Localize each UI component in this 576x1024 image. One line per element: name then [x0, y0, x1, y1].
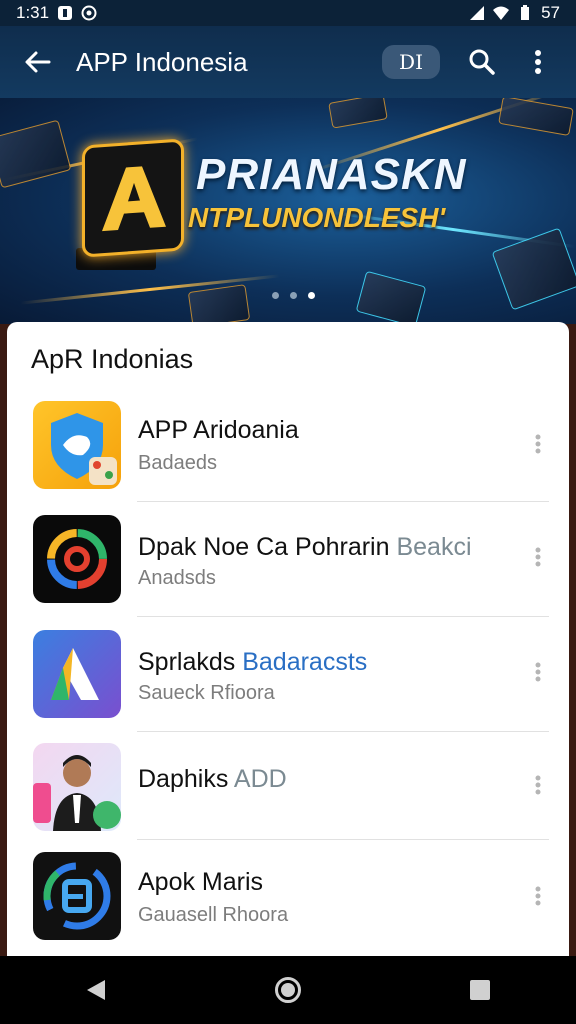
floating-cube: [498, 98, 574, 137]
back-button[interactable]: [18, 42, 58, 82]
app-name: Apok Maris: [138, 868, 263, 897]
nav-home-button[interactable]: [258, 960, 318, 1020]
item-menu-button[interactable]: [527, 770, 549, 800]
app-subtitle: Anadsds: [138, 567, 216, 589]
banner-title: PRIANASKN: [196, 150, 467, 199]
app-name-text: Daphiks: [138, 765, 229, 793]
arrow-left-icon: [25, 51, 51, 73]
app-name: Dpak Noe Ca Pohrarin Beakci: [138, 533, 472, 562]
more-vert-icon: [535, 886, 541, 906]
list-divider: [137, 501, 549, 502]
item-menu-button[interactable]: [527, 657, 549, 687]
floating-cube: [0, 119, 72, 189]
person-avatar-icon: [33, 755, 121, 831]
nav-home-icon: [275, 977, 301, 1003]
language-chip[interactable]: DI: [382, 45, 440, 79]
carousel-dot[interactable]: [272, 292, 279, 299]
app-tag: Beakci: [396, 533, 472, 561]
app-logo: [82, 138, 184, 258]
app-list-card: ApR Indonias APP Aridoania Badaeds Dpak …: [7, 322, 569, 962]
more-vert-icon: [535, 50, 541, 74]
triangle-logo-icon: [51, 648, 99, 700]
app-icon-b: [33, 852, 121, 940]
list-item[interactable]: Apok Maris Gauasell Rhoora: [7, 846, 569, 960]
app-name-text: APP Aridoania: [138, 416, 299, 444]
app-name: Sprlakds Badaracsts: [138, 648, 367, 677]
list-divider: [137, 839, 549, 840]
more-vert-icon: [535, 547, 541, 567]
floating-cube: [187, 284, 251, 324]
notification-icon: [58, 6, 73, 20]
more-vert-icon: [535, 775, 541, 795]
more-vert-icon: [535, 662, 541, 682]
carousel-dot[interactable]: [290, 292, 297, 299]
promo-banner[interactable]: PRIANASKN NTPLUNONDLESH': [0, 98, 576, 324]
battery-level: 57: [541, 3, 560, 22]
floating-cube: [328, 98, 388, 129]
floating-cube: [491, 227, 576, 311]
app-subtitle: Badaeds: [138, 452, 217, 474]
app-name: Daphiks ADD: [138, 765, 287, 794]
letter-a-logo-icon: [102, 166, 166, 232]
floating-cube: [355, 270, 427, 324]
app-name-text: Apok Maris: [138, 868, 264, 896]
nav-recents-icon: [470, 980, 490, 1000]
app-icon-shield: [33, 401, 121, 489]
search-icon: [469, 49, 495, 75]
section-title: ApR Indonias: [31, 344, 194, 374]
list-item[interactable]: Dpak Noe Ca Pohrarin Beakci Anadsds: [7, 509, 569, 623]
list-item[interactable]: APP Aridoania Badaeds: [7, 394, 569, 508]
app-icon-avatar: [33, 743, 121, 831]
list-divider: [137, 731, 549, 732]
app-bar: APP Indonesia DI: [0, 26, 576, 98]
signal-icon: [470, 6, 485, 20]
banner-subtitle: NTPLUNONDLESH': [188, 202, 446, 233]
item-menu-button[interactable]: [527, 429, 549, 459]
app-icon-arrow: [33, 630, 121, 718]
color-ring-icon: [47, 529, 107, 589]
nav-back-icon: [87, 980, 105, 1000]
more-vert-icon: [535, 434, 541, 454]
status-time: 1:31: [16, 3, 50, 22]
app-name: APP Aridoania: [138, 416, 299, 445]
page-title: APP Indonesia: [76, 46, 248, 77]
app-subtitle: Saueck Rfioora: [138, 682, 275, 704]
app-subtitle: Gauasell Rhoora: [138, 904, 289, 926]
wifi-icon: [493, 6, 510, 20]
nav-back-button[interactable]: [66, 960, 126, 1020]
system-nav-bar: [0, 956, 576, 1024]
shield-icon: [51, 413, 117, 485]
carousel-dot-active[interactable]: [308, 292, 315, 299]
status-bar: 1:31 57: [0, 0, 576, 26]
nav-recents-button[interactable]: [450, 960, 510, 1020]
app-icon-ring: [33, 515, 121, 603]
sync-icon: [81, 5, 97, 21]
search-button[interactable]: [462, 42, 502, 82]
list-item[interactable]: Daphiks ADD: [7, 739, 569, 853]
battery-icon: [521, 5, 530, 20]
item-menu-button[interactable]: [527, 542, 549, 572]
app-tag: ADD: [233, 765, 287, 793]
app-name-text: Sprlakds: [138, 648, 236, 676]
list-divider: [137, 616, 549, 617]
overflow-menu-button[interactable]: [518, 42, 558, 82]
letter-b-logo-icon: [43, 862, 111, 930]
app-tag: Badaracsts: [242, 648, 368, 676]
list-item[interactable]: Sprlakds Badaracsts Saueck Rfioora: [7, 624, 569, 738]
app-name-text: Dpak Noe Ca Pohrarin: [138, 533, 390, 561]
carousel-dots: [272, 292, 315, 299]
item-menu-button[interactable]: [527, 881, 549, 911]
